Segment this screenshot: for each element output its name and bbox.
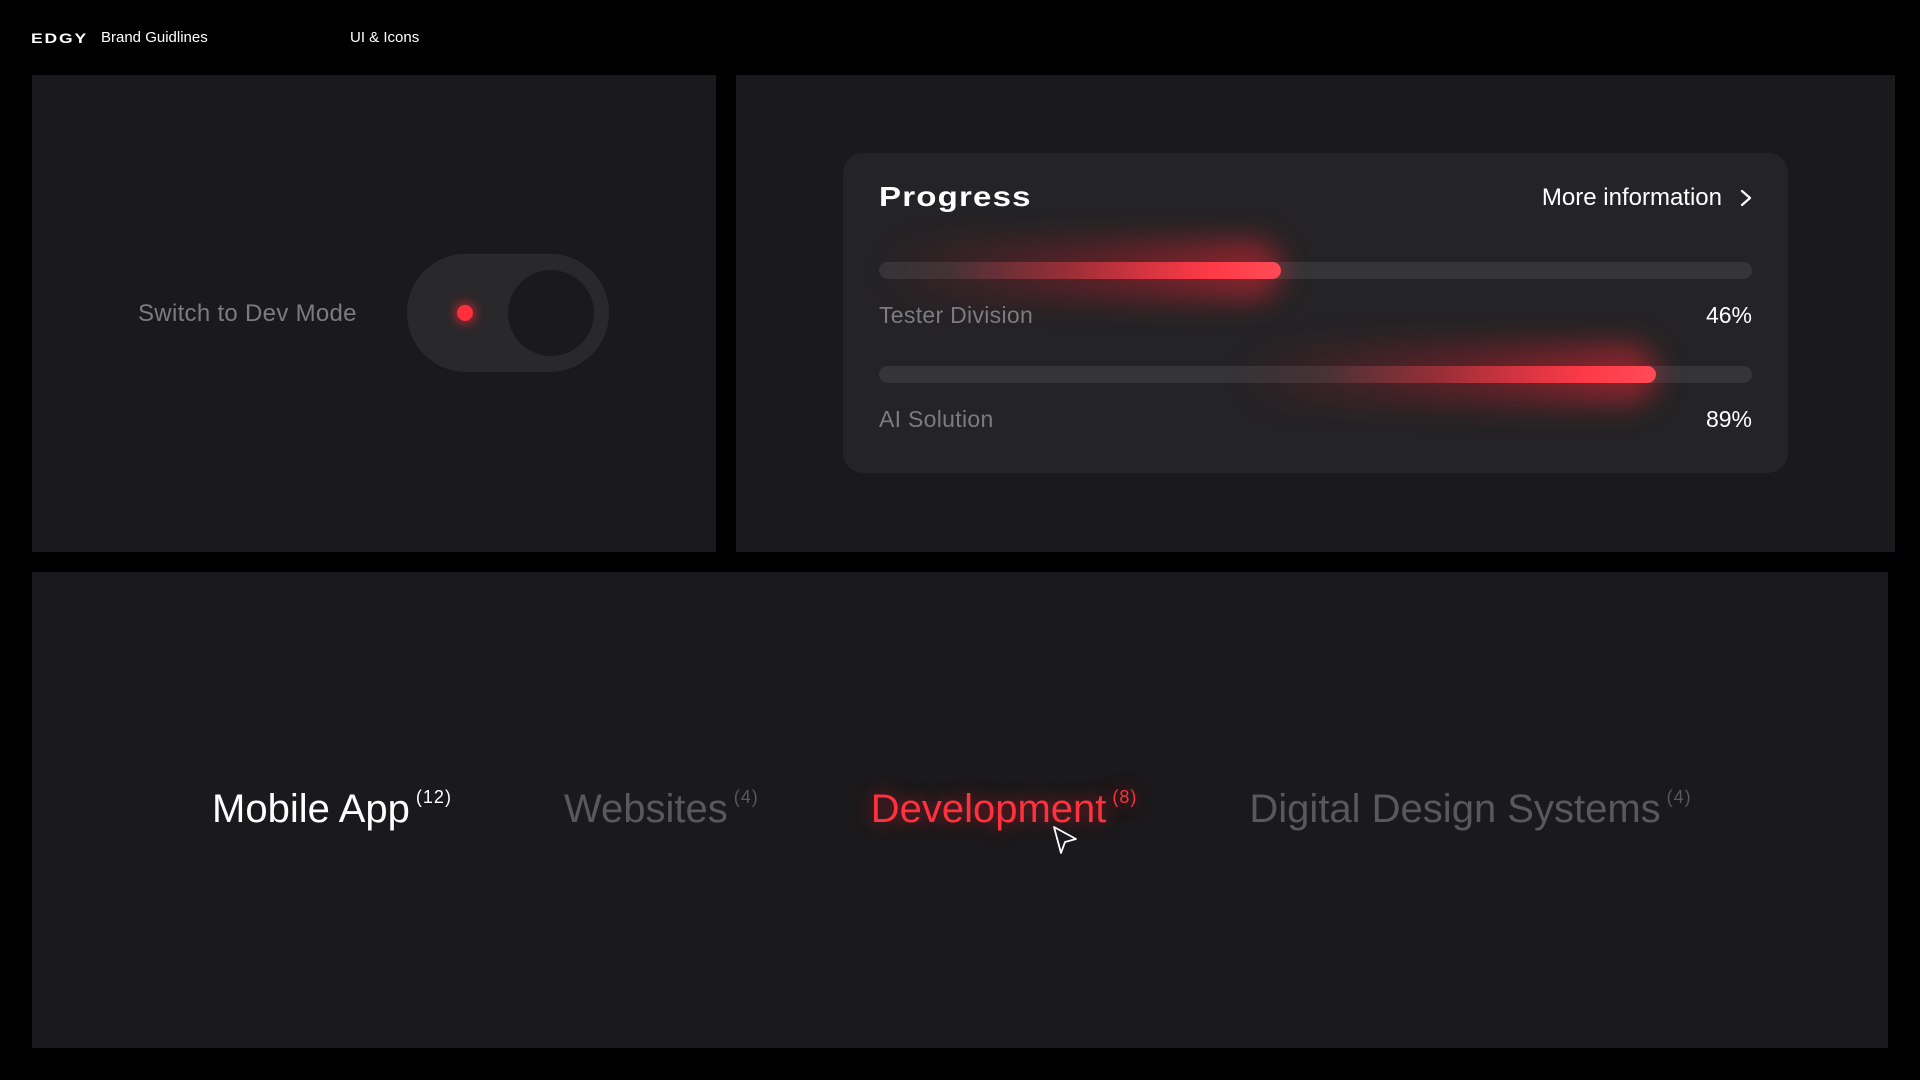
tab-count: (12) [415, 787, 452, 807]
progress-card: Progress More information Tester Divisio… [843, 153, 1788, 473]
tab-count: (4) [733, 787, 759, 807]
tab-label: Digital Design Systems [1249, 787, 1661, 831]
dev-mode-toggle[interactable] [407, 254, 609, 372]
mouse-pointer-icon [1053, 826, 1077, 854]
brand-logo: EDGY [31, 30, 89, 46]
progress-panel: Progress More information Tester Divisio… [736, 75, 1895, 552]
progress-title: Progress [879, 181, 1032, 212]
progress-label-ai-solution: AI Solution [879, 406, 994, 432]
more-information-label: More information [1541, 184, 1722, 211]
dev-mode-panel: Switch to Dev Mode [32, 75, 716, 552]
progress-value-tester-division: 46% [1705, 302, 1752, 328]
progress-track-tester-division [879, 240, 1752, 300]
category-tabs-panel: Mobile App (12) Websites (4) Development… [32, 572, 1888, 1048]
toggle-indicator-dot [457, 305, 473, 321]
tab-label: Websites [563, 787, 728, 831]
tab-count: (8) [1112, 787, 1138, 807]
tab-digital-design-systems[interactable]: Digital Design Systems (4) [1249, 785, 1691, 833]
header-title: Brand Guidlines [101, 29, 208, 46]
dev-mode-label: Switch to Dev Mode [138, 300, 357, 327]
tab-count: (4) [1666, 787, 1692, 807]
tab-mobile-app[interactable]: Mobile App (12) [212, 785, 452, 833]
chevron-right-icon [1740, 189, 1752, 207]
progress-track-ai-solution [879, 344, 1752, 404]
progress-value-ai-solution: 89% [1705, 406, 1752, 432]
category-tabs: Mobile App (12) Websites (4) Development… [212, 785, 1692, 833]
progress-label-tester-division: Tester Division [879, 302, 1034, 328]
toggle-knob[interactable] [508, 270, 594, 356]
tab-development[interactable]: Development (8) [871, 785, 1138, 833]
progress-fill-ai-solution [1324, 366, 1656, 383]
header-section-label: UI & Icons [350, 29, 420, 46]
progress-fill-tester-division [948, 262, 1281, 279]
tab-websites[interactable]: Websites (4) [564, 785, 759, 833]
more-information-link[interactable]: More information [1542, 183, 1752, 213]
tab-label: Mobile App [212, 787, 410, 831]
